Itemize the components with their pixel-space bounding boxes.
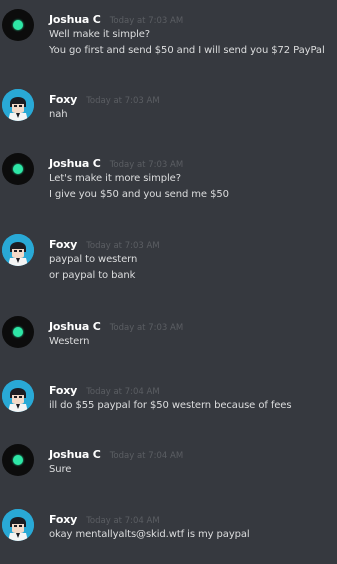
- username[interactable]: Foxy: [49, 384, 77, 397]
- message-header: Foxy Today at 7:03 AM: [49, 236, 160, 253]
- timestamp: Today at 7:03 AM: [86, 241, 160, 251]
- message-text: Sure: [49, 464, 72, 475]
- message-text: paypal to western: [49, 254, 138, 265]
- username[interactable]: Joshua C: [49, 13, 101, 26]
- green-dot-icon: [13, 327, 23, 337]
- message-text: nah: [49, 109, 68, 120]
- message-text: Well make it simple?: [49, 29, 151, 40]
- timestamp: Today at 7:04 AM: [109, 451, 184, 461]
- user-avatar-joshua[interactable]: [2, 316, 34, 348]
- username[interactable]: Joshua C: [49, 320, 101, 333]
- message-header: Foxy Today at 7:04 AM: [49, 382, 160, 399]
- message-text: okay mentallyalts@skid.wtf is my paypal: [49, 529, 250, 540]
- message-body: Western: [49, 334, 89, 350]
- message-header: Joshua C Today at 7:03 AM: [49, 318, 183, 335]
- timestamp: Today at 7:04 AM: [86, 516, 160, 526]
- username[interactable]: Foxy: [49, 93, 77, 106]
- username[interactable]: Foxy: [49, 238, 77, 251]
- message-body: Sure: [49, 462, 71, 478]
- timestamp: Today at 7:03 AM: [109, 160, 184, 170]
- message-text: or paypal to bank: [49, 270, 136, 281]
- message-text: ill do $55 paypal for $50 western becaus…: [49, 400, 292, 411]
- user-avatar-joshua[interactable]: [2, 444, 34, 476]
- anime-character-icon: [2, 509, 34, 541]
- anime-character-icon: [2, 380, 34, 412]
- message-body: ill do $55 paypal for $50 western becaus…: [49, 398, 292, 414]
- user-avatar-foxy[interactable]: [2, 234, 34, 266]
- message-header: Joshua C Today at 7:03 AM: [49, 155, 183, 172]
- message-header: Foxy Today at 7:04 AM: [49, 511, 160, 528]
- message-text: You go first and send $50 and I will sen…: [49, 45, 325, 56]
- chat-messages: Joshua C Today at 7:03 AM Well make it s…: [0, 0, 337, 564]
- message-text: Let's make it more simple?: [49, 173, 181, 184]
- message-body: okay mentallyalts@skid.wtf is my paypal: [49, 527, 250, 543]
- anime-character-icon: [2, 89, 34, 121]
- message-text: Western: [49, 336, 90, 347]
- message-body: Well make it simple? You go first and se…: [49, 27, 325, 59]
- message-text: I give you $50 and you send me $50: [49, 189, 229, 200]
- username[interactable]: Foxy: [49, 513, 77, 526]
- user-avatar-foxy[interactable]: [2, 89, 34, 121]
- anime-character-icon: [2, 234, 34, 266]
- message-header: Foxy Today at 7:03 AM: [49, 91, 160, 108]
- user-avatar-joshua[interactable]: [2, 153, 34, 185]
- user-avatar-foxy[interactable]: [2, 509, 34, 541]
- timestamp: Today at 7:03 AM: [109, 16, 184, 26]
- message-body: Let's make it more simple? I give you $5…: [49, 171, 229, 203]
- timestamp: Today at 7:03 AM: [86, 96, 160, 106]
- message-header: Joshua C Today at 7:03 AM: [49, 11, 183, 28]
- username[interactable]: Joshua C: [49, 157, 101, 170]
- message-body: paypal to western or paypal to bank: [49, 252, 137, 284]
- green-dot-icon: [13, 164, 23, 174]
- username[interactable]: Joshua C: [49, 448, 101, 461]
- green-dot-icon: [13, 20, 23, 30]
- user-avatar-joshua[interactable]: [2, 9, 34, 41]
- green-dot-icon: [13, 455, 23, 465]
- timestamp: Today at 7:04 AM: [86, 387, 160, 397]
- timestamp: Today at 7:03 AM: [109, 323, 184, 333]
- message-header: Joshua C Today at 7:04 AM: [49, 446, 183, 463]
- message-body: nah: [49, 107, 68, 123]
- user-avatar-foxy[interactable]: [2, 380, 34, 412]
